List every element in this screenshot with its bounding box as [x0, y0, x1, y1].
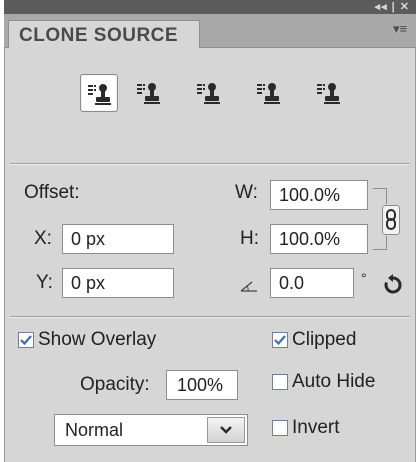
clipped-label: Clipped	[292, 329, 357, 350]
blend-mode-value: Normal	[65, 420, 124, 440]
clone-source-1-button[interactable]	[80, 74, 118, 112]
invert-checkbox[interactable]	[272, 420, 288, 436]
clone-source-3-button[interactable]	[190, 74, 228, 112]
degree-symbol: °	[361, 270, 367, 286]
tab-label: CLONE SOURCE	[19, 25, 179, 46]
clone-source-5-button[interactable]	[310, 74, 348, 112]
checkmark-icon	[274, 335, 286, 346]
clipped-checkbox[interactable]	[272, 332, 288, 348]
panel-window-controls[interactable]: ◂◂ | ✕	[375, 0, 410, 14]
height-field[interactable]: 100.0%	[270, 224, 368, 254]
rotation-angle-field[interactable]: 0.0	[270, 268, 354, 298]
height-label: H:	[240, 228, 259, 249]
width-label: W:	[235, 182, 258, 203]
chain-link-icon	[386, 209, 396, 230]
offset-label: Offset:	[24, 182, 80, 203]
tab-clone-source[interactable]: CLONE SOURCE	[8, 20, 200, 48]
opacity-field[interactable]: 100%	[166, 370, 238, 400]
link-bracket-top	[373, 188, 387, 204]
angle-icon	[240, 281, 257, 292]
clone-stamp-icon	[257, 83, 280, 104]
clone-stamp-icon	[197, 83, 220, 104]
section-divider	[10, 316, 410, 318]
link-bracket-bottom	[373, 236, 387, 250]
clone-stamp-icon	[88, 84, 111, 105]
maintain-aspect-ratio-button[interactable]	[382, 205, 400, 235]
reset-transform-icon[interactable]	[382, 274, 404, 296]
blend-mode-select[interactable]: Normal	[54, 414, 248, 446]
invert-label: Invert	[292, 417, 340, 438]
clone-source-4-button[interactable]	[250, 74, 288, 112]
panel-title-bar: ◂◂ | ✕	[4, 0, 416, 14]
clone-source-panel: ◂◂ | ✕ CLONE SOURCE ▾≡ Offset: W: 100.0%…	[0, 0, 419, 462]
auto-hide-checkbox[interactable]	[272, 374, 288, 390]
show-overlay-checkbox[interactable]	[18, 332, 34, 348]
y-offset-field[interactable]: 0 px	[62, 268, 174, 298]
auto-hide-label: Auto Hide	[292, 371, 376, 392]
checkmark-icon	[20, 335, 32, 346]
show-overlay-label: Show Overlay	[38, 329, 157, 350]
x-label: X:	[34, 228, 52, 249]
x-offset-field[interactable]: 0 px	[62, 224, 174, 254]
clone-source-2-button[interactable]	[130, 74, 168, 112]
width-field[interactable]: 100.0%	[270, 180, 368, 210]
clone-stamp-icon	[137, 83, 160, 104]
opacity-label: Opacity:	[80, 374, 150, 395]
y-label: Y:	[36, 272, 53, 293]
clone-stamp-icon	[317, 83, 340, 104]
panel-menu-icon[interactable]: ▾≡	[393, 22, 411, 36]
section-divider	[10, 163, 410, 165]
chevron-down-icon[interactable]	[207, 417, 245, 443]
